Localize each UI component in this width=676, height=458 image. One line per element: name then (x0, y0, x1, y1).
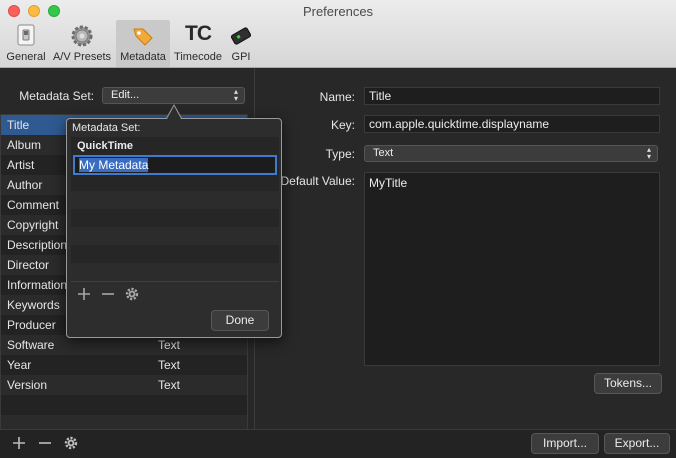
plus-icon (78, 288, 90, 300)
popup-arrows-icon: ▴ ▾ (646, 145, 651, 161)
switch-icon (17, 24, 35, 46)
export-button[interactable]: Export... (604, 433, 670, 454)
set-actions-button[interactable] (125, 287, 139, 305)
field-name: Author (7, 178, 43, 192)
done-button[interactable]: Done (211, 310, 269, 331)
field-name: Album (7, 138, 42, 152)
minus-icon (39, 442, 51, 444)
list-item-empty (1, 395, 247, 415)
title-bar: Preferences General A/V Presets Metadata (0, 0, 676, 68)
popover-arrow-fill (167, 106, 181, 119)
field-name: Information (7, 278, 68, 292)
metadata-set-value: Edit... (111, 89, 140, 101)
add-field-button[interactable] (12, 436, 26, 454)
name-field[interactable]: Title (364, 87, 660, 105)
remove-field-button[interactable] (38, 436, 52, 454)
minus-icon (102, 293, 114, 295)
type-popup[interactable]: Text ▴ ▾ (364, 145, 658, 162)
field-name: Producer (7, 318, 56, 332)
popover-title: Metadata Set: (72, 122, 141, 134)
list-item-empty (1, 415, 247, 429)
field-name: Title (7, 118, 30, 132)
import-button[interactable]: Import... (531, 433, 599, 454)
gear-icon (71, 25, 93, 47)
metadata-set-label: Metadata Set: (19, 89, 94, 103)
list-item-empty (71, 245, 279, 263)
list-item-empty (71, 209, 279, 227)
list-item-empty (71, 191, 279, 209)
tc-icon: TC (185, 22, 212, 45)
field-name: Version (7, 378, 48, 392)
add-set-button[interactable] (77, 287, 91, 305)
tokens-button[interactable]: Tokens... (594, 373, 662, 394)
remove-set-button[interactable] (101, 287, 115, 305)
toolbar-item-general[interactable]: General (4, 20, 48, 67)
list-item[interactable]: Version Text (1, 375, 247, 395)
metadata-set-name-input[interactable]: My Metadata (73, 155, 277, 175)
selected-text: My Metadata (79, 158, 149, 172)
window-title: Preferences (302, 4, 374, 19)
list-item-empty (71, 263, 279, 281)
list-item[interactable]: My Metadata (71, 155, 279, 175)
field-name: Director (7, 258, 50, 272)
gear-icon (64, 436, 78, 450)
name-label: Name: (319, 90, 355, 104)
toolbar-item-timecode[interactable]: TC Timecode (172, 20, 224, 67)
plus-icon (13, 437, 25, 449)
default-value-label: Default Value: (280, 174, 356, 188)
field-name: Software (7, 338, 55, 352)
toolbar-label: Metadata (120, 51, 166, 63)
popup-arrows-icon: ▴ ▾ (233, 87, 238, 103)
field-actions-button[interactable] (64, 436, 78, 454)
key-label: Key: (330, 118, 355, 132)
tag-icon (133, 28, 153, 46)
toolbar-item-metadata[interactable]: Metadata (116, 20, 170, 67)
toolbar-item-gpi[interactable]: GPI (226, 20, 256, 67)
preferences-window: Preferences General A/V Presets Metadata (0, 0, 676, 458)
key-field[interactable]: com.apple.quicktime.displayname (364, 115, 660, 133)
metadata-set-popup[interactable]: Edit... ▴ ▾ (102, 87, 245, 104)
metadata-set-popover: Metadata Set: QuickTime My Metadata Done (66, 118, 282, 338)
field-name: Artist (7, 158, 35, 172)
list-item[interactable]: Software Text (1, 335, 247, 355)
field-type: Text (158, 338, 181, 352)
list-item-empty (71, 227, 279, 245)
group-header: QuickTime (77, 140, 134, 152)
gear-icon (125, 287, 139, 301)
popover-toolbar (71, 281, 279, 305)
field-type: Text (158, 378, 181, 392)
toolbar-label: Timecode (174, 51, 222, 63)
field-name: Year (7, 358, 32, 372)
field-type: Text (158, 358, 181, 372)
list-item[interactable]: Year Text (1, 355, 247, 375)
type-value: Text (373, 147, 394, 159)
list-group-row: QuickTime (71, 137, 279, 155)
toolbar-label: GPI (231, 51, 251, 63)
field-name: Keywords (7, 298, 60, 312)
toolbar-label: A/V Presets (52, 51, 112, 63)
field-name: Copyright (7, 218, 59, 232)
field-name: Comment (7, 198, 60, 212)
gpi-device-icon (230, 27, 252, 45)
default-value-textarea[interactable]: MyTitle (364, 172, 660, 366)
metadata-set-list[interactable]: QuickTime My Metadata (71, 137, 279, 281)
bottom-bar: Import... Export... (0, 429, 676, 458)
type-label: Type: (325, 147, 355, 161)
toolbar-item-av-presets[interactable]: A/V Presets (50, 20, 114, 67)
field-name: Description (7, 238, 68, 252)
toolbar-label: General (6, 51, 46, 63)
